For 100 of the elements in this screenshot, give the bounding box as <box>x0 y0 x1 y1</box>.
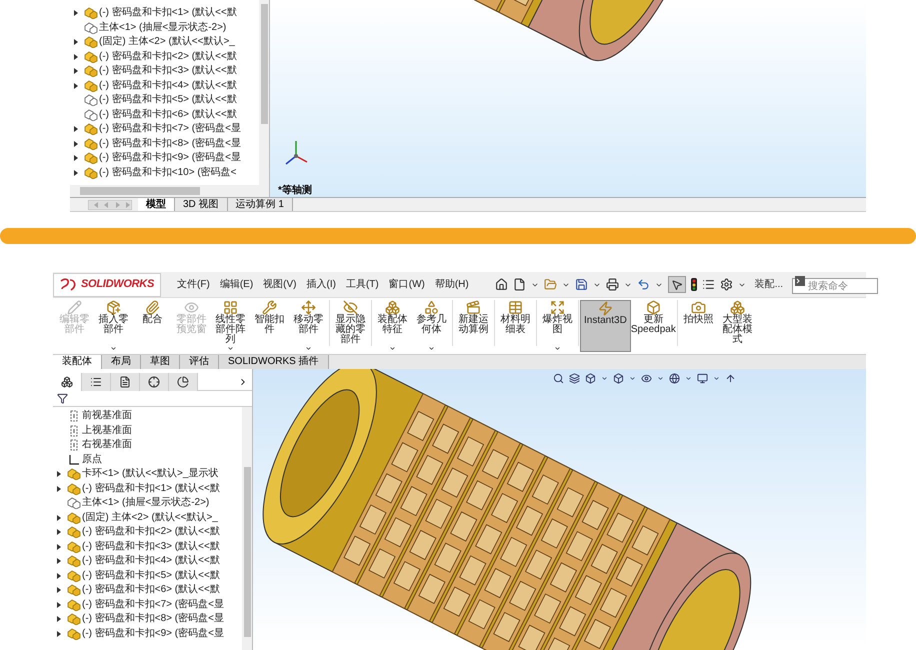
tree-item[interactable]: 卡环<1> (默认<<默认>_显示状 <box>82 467 218 482</box>
eye-icon[interactable] <box>641 373 652 384</box>
ribbon-button[interactable]: 拍快照 <box>678 300 718 352</box>
menu-item[interactable]: 插入(I) <box>306 277 336 292</box>
expand-arrow-icon[interactable] <box>74 10 78 16</box>
expand-arrow-icon[interactable] <box>74 68 78 74</box>
scrollbar[interactable] <box>242 407 252 650</box>
settings-icon[interactable] <box>720 278 733 291</box>
menu-item[interactable]: 编辑(E) <box>220 277 254 292</box>
tree-item[interactable]: 主体<1> (抽屉<显示状态-2>) <box>99 20 226 35</box>
tree-item[interactable]: 主体<1> (抽屉<显示状态-2>) <box>82 496 210 510</box>
scrollbar[interactable] <box>259 0 269 185</box>
expand-arrow-icon[interactable] <box>57 602 61 608</box>
panel-tab[interactable] <box>82 372 111 390</box>
tree-item[interactable]: 前视基准面 <box>82 409 132 424</box>
print-icon[interactable] <box>606 278 619 291</box>
ribbon-button[interactable]: 智能扣件 <box>250 300 289 352</box>
open-folder-icon[interactable] <box>544 278 557 291</box>
tree-item[interactable]: (-) 密码盘和卡扣<1> (默认<<默 <box>82 482 220 496</box>
box-icon[interactable] <box>613 373 624 384</box>
scrollbar[interactable] <box>70 185 269 197</box>
expand-arrow-icon[interactable] <box>57 558 61 564</box>
panel-tab[interactable] <box>140 372 169 390</box>
tree-item[interactable]: (固定) 主体<2> (默认<<默认>_ <box>82 510 218 525</box>
expand-arrow-icon[interactable] <box>57 630 61 637</box>
panel-tab[interactable] <box>169 372 198 390</box>
tree-item[interactable]: (-) 密码盘和卡扣<2> (默认<<默 <box>82 525 220 540</box>
ribbon-button[interactable]: 大型装配体模式 <box>718 300 757 352</box>
ribbon-button[interactable]: 装配体特征 <box>373 300 412 352</box>
caret-icon[interactable] <box>629 375 636 382</box>
expand-arrow-icon[interactable] <box>57 587 61 594</box>
expand-arrow-icon[interactable] <box>57 572 61 579</box>
box-icon[interactable] <box>585 373 596 384</box>
tree-item[interactable]: (-) 密码盘和卡扣<5> (默认<<默 <box>82 568 220 583</box>
tree-item[interactable]: (-) 密码盘和卡扣<7> (密码盘<显 <box>99 122 241 136</box>
tree-item[interactable]: (-) 密码盘和卡扣<7> (密码盘<显 <box>82 598 224 612</box>
tree-item[interactable]: (-) 密码盘和卡扣<8> (密码盘<显 <box>99 136 241 151</box>
tree-item[interactable]: (-) 密码盘和卡扣<4> (默认<<默 <box>99 78 237 93</box>
ribbon-button[interactable]: 移动零部件 <box>289 300 328 352</box>
expand-arrow-icon[interactable] <box>74 170 78 176</box>
tree-item[interactable]: (-) 密码盘和卡扣<5> (默认<<默 <box>99 93 237 108</box>
ribbon-button[interactable]: 新建运动算例 <box>454 300 493 352</box>
expand-arrow-icon[interactable] <box>74 140 78 147</box>
caret-icon[interactable] <box>685 375 692 382</box>
ribbon-tab[interactable]: SOLIDWORKS 插件 <box>219 355 329 369</box>
ribbon-button[interactable]: 爆炸视图 <box>538 300 577 352</box>
search-field[interactable]: 搜索命令 <box>792 278 878 294</box>
ribbon-tab[interactable]: 草图 <box>141 355 180 369</box>
caret-icon[interactable] <box>110 345 117 352</box>
expand-arrow-icon[interactable] <box>74 39 78 46</box>
menu-item[interactable]: 文件(F) <box>177 277 210 292</box>
expand-arrow-icon[interactable] <box>74 82 78 89</box>
save-icon[interactable] <box>574 278 588 291</box>
tree-item[interactable]: (-) 密码盘和卡扣<9> (密码盘<显 <box>82 626 224 641</box>
expand-arrow-icon[interactable] <box>57 544 61 550</box>
caret-icon[interactable] <box>657 375 664 382</box>
tree-item[interactable]: (-) 密码盘和卡扣<2> (默认<<默 <box>99 50 237 64</box>
expand-arrow-icon[interactable] <box>57 514 61 521</box>
menu-item[interactable]: 视图(V) <box>263 277 296 292</box>
view-tab[interactable]: 运动算例 1 <box>228 198 293 211</box>
tree-item[interactable]: (-) 密码盘和卡扣<4> (默认<<默 <box>82 554 220 568</box>
ribbon-tab[interactable]: 布局 <box>102 355 141 369</box>
tree-item[interactable]: (-) 密码盘和卡扣<6> (默认<<默 <box>82 583 220 598</box>
caret-icon[interactable] <box>227 345 234 352</box>
menu-item[interactable]: 工具(T) <box>346 277 379 292</box>
tree-item[interactable]: 原点 <box>82 452 102 467</box>
caret-icon[interactable] <box>389 345 396 352</box>
expand-arrow-icon[interactable] <box>74 54 78 60</box>
view-tab[interactable]: 3D 视图 <box>175 198 228 211</box>
layers-icon[interactable] <box>569 373 580 384</box>
caret-icon[interactable] <box>554 345 561 352</box>
ribbon-button[interactable]: 线性零部件阵列 <box>211 300 250 352</box>
select-tool-button[interactable] <box>668 276 686 293</box>
view-tab[interactable]: 模型 <box>138 198 175 211</box>
assembly-label[interactable]: 装配... <box>754 277 784 292</box>
globe-icon[interactable] <box>669 373 680 384</box>
ribbon-button[interactable]: 材料明细表 <box>496 300 535 352</box>
ribbon-button[interactable]: Instant3D <box>580 300 631 352</box>
expand-arrow-icon[interactable] <box>57 529 61 536</box>
ribbon-button[interactable]: 显示隐藏的零部件 <box>331 300 370 352</box>
caret-icon[interactable] <box>305 345 312 352</box>
tree-item[interactable]: 上视基准面 <box>82 424 132 438</box>
tree-item[interactable]: (-) 密码盘和卡扣<6> (默认<<默 <box>99 108 237 122</box>
tree-item[interactable]: (-) 密码盘和卡扣<8> (密码盘<显 <box>82 612 224 626</box>
tree-item[interactable]: (-) 密码盘和卡扣<3> (默认<<默 <box>82 540 220 554</box>
ribbon-tab[interactable]: 评估 <box>180 355 219 369</box>
tree-item[interactable]: (-) 密码盘和卡扣<3> (默认<<默 <box>99 64 237 78</box>
ribbon-tab[interactable]: 装配体 <box>53 355 102 369</box>
list-icon[interactable] <box>702 278 715 291</box>
caret-icon[interactable] <box>713 375 720 382</box>
panel-tab[interactable] <box>111 372 140 390</box>
traffic-light-icon[interactable] <box>690 278 697 291</box>
caret-icon[interactable] <box>601 375 608 382</box>
home-icon[interactable] <box>494 278 508 291</box>
expand-arrow-icon[interactable] <box>57 616 61 622</box>
ribbon-button[interactable]: 参考几何体 <box>412 300 451 352</box>
expand-arrow-icon[interactable] <box>57 471 61 478</box>
monitor-icon[interactable] <box>697 373 708 384</box>
menu-item[interactable]: 帮助(H) <box>434 277 469 292</box>
filter-icon[interactable] <box>57 393 68 404</box>
